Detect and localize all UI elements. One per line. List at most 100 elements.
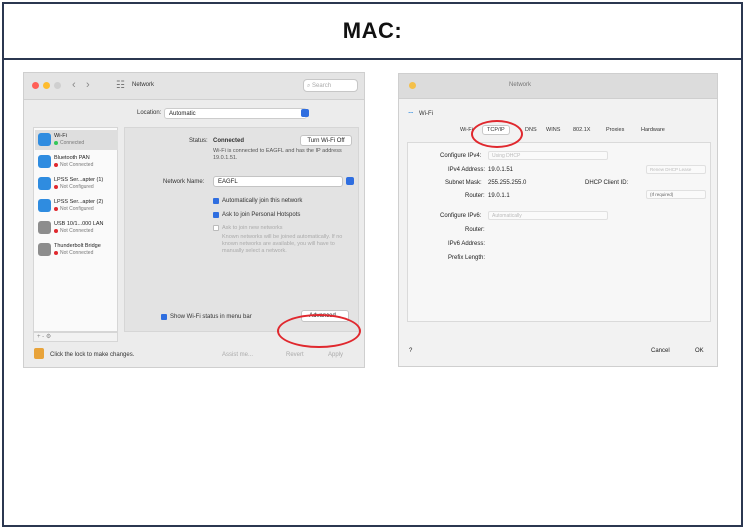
advanced-highlight-circle [277, 314, 361, 348]
tab-bar: Wi-Fi TCP/IP DNS WINS 802.1X Proxies Har… [399, 125, 717, 139]
dhcp-client-id-field[interactable]: (If required) [646, 190, 706, 199]
network-name-select[interactable]: EAGFL [213, 176, 343, 187]
hotspot-label: Ask to join Personal Hotspots [222, 212, 301, 218]
configure-ipv6-select[interactable]: Automatically [488, 211, 608, 220]
zoom-window-button[interactable] [54, 82, 61, 89]
service-item-wifi[interactable]: Wi-Fi Connected [35, 130, 118, 150]
tcp-ip-highlight-circle [471, 120, 523, 148]
status-dot-icon [54, 184, 58, 189]
service-name: LPSS Ser...apter (2) [54, 199, 104, 205]
ok-button[interactable]: OK [695, 348, 704, 354]
tab-hardware[interactable]: Hardware [641, 127, 665, 133]
service-name: Wi-Fi [54, 133, 67, 139]
service-item-thunderbolt-bridge[interactable]: Thunderbolt Bridge Not Connected [35, 240, 118, 260]
hotspot-checkbox[interactable] [213, 212, 219, 218]
subnet-mask-label: Subnet Mask: [445, 180, 482, 186]
location-value: Automatic [169, 111, 196, 117]
status-label: Status: [189, 138, 208, 144]
back-arrow-icon[interactable]: ‹ [72, 79, 76, 91]
configure-ipv4-label: Configure IPv4: [440, 153, 482, 159]
help-button[interactable]: ? [409, 348, 412, 354]
location-select[interactable]: Automatic [164, 108, 307, 119]
ipv6-address-label: IPv6 Address: [448, 241, 486, 247]
forward-arrow-icon[interactable]: › [86, 79, 90, 91]
dialog-title: Network [509, 82, 532, 88]
status-dot-icon [54, 162, 58, 167]
location-label: Location: [137, 110, 162, 116]
revert-button[interactable]: Revert [286, 352, 304, 358]
window-toolbar: ‹ › ☷ Network ⌕ Search [24, 73, 364, 100]
window-control-icon[interactable] [409, 82, 416, 89]
status-dot-icon [54, 140, 58, 145]
service-detail-panel: Status: Connected Turn Wi-Fi Off Wi-Fi i… [124, 127, 359, 332]
service-status: Not Connected [54, 228, 93, 234]
bluetooth-icon [38, 155, 51, 168]
status-detail-text: Wi-Fi is connected to EAGFL and has the … [213, 148, 342, 161]
service-status: Not Connected [54, 162, 93, 168]
router-label: Router: [465, 193, 485, 199]
thunderbolt-icon [38, 243, 51, 256]
show-all-grid-icon[interactable]: ☷ [116, 80, 125, 91]
location-dropdown-chevron-icon[interactable] [301, 109, 309, 117]
close-window-button[interactable] [32, 82, 39, 89]
show-wifi-status-checkbox[interactable] [161, 314, 167, 320]
tab-proxies[interactable]: Proxies [606, 127, 624, 133]
network-name-chevron-icon[interactable] [346, 177, 354, 185]
service-item-lpss-1[interactable]: LPSS Ser...apter (1) Not Configured [35, 174, 118, 194]
service-status: Not Configured [54, 184, 94, 190]
ask-new-networks-detail: Known networks will be joined automatica… [222, 234, 343, 254]
service-item-usb-lan[interactable]: USB 10/1...000 LAN Not Connected [35, 218, 118, 238]
subnet-mask-value: 255.255.255.0 [488, 180, 527, 186]
service-status: Connected [54, 140, 84, 146]
search-field[interactable]: ⌕ Search [303, 79, 358, 92]
status-dot-icon [54, 228, 58, 233]
wifi-icon: ⌔ [407, 110, 415, 119]
status-dot-icon [54, 250, 58, 255]
ipv4-address-value: 19.0.1.51 [488, 167, 514, 173]
title-band: MAC: [4, 4, 741, 60]
turn-wifi-off-button[interactable]: Turn Wi-Fi Off [300, 135, 352, 146]
phone-icon [38, 199, 51, 212]
tab-dns[interactable]: DNS [525, 127, 537, 133]
ask-new-networks-label: Ask to join new networks [222, 225, 283, 231]
dialog-titlebar: Network [399, 74, 717, 99]
lock-text: Click the lock to make changes. [50, 352, 135, 358]
show-wifi-status-label: Show Wi-Fi status in menu bar [170, 314, 252, 320]
service-item-bluetooth-pan[interactable]: Bluetooth PAN Not Connected [35, 152, 118, 172]
router-value: 19.0.1.1 [488, 193, 510, 199]
window-title: Network [132, 82, 155, 88]
tab-802-1x[interactable]: 802.1X [573, 127, 590, 133]
service-list-controls[interactable]: + - ⚙ [33, 332, 118, 342]
search-placeholder: Search [312, 83, 332, 89]
wifi-icon [38, 133, 51, 146]
assist-me-button[interactable]: Assist me... [222, 352, 253, 358]
auto-join-checkbox[interactable] [213, 198, 219, 204]
tab-wins[interactable]: WINS [546, 127, 560, 133]
page-title: MAC: [342, 18, 403, 43]
status-value: Connected [213, 138, 245, 144]
ipv4-address-label: IPv4 Address: [448, 167, 486, 173]
configure-ipv6-label: Configure IPv6: [440, 213, 482, 219]
cancel-button[interactable]: Cancel [651, 348, 670, 354]
renew-dhcp-button[interactable]: Renew DHCP Lease [646, 165, 706, 174]
lock-bar: Click the lock to make changes. Assist m… [24, 345, 364, 367]
auto-join-label: Automatically join this network [222, 198, 303, 204]
lock-icon[interactable] [34, 348, 44, 359]
service-name: USB 10/1...000 LAN [54, 221, 104, 227]
router-ipv6-label: Router: [465, 227, 485, 233]
configure-ipv4-select[interactable]: Using DHCP [488, 151, 608, 160]
phone-icon [38, 177, 51, 190]
minimize-window-button[interactable] [43, 82, 50, 89]
service-item-lpss-2[interactable]: LPSS Ser...apter (2) Not Configured [35, 196, 118, 216]
status-dot-icon [54, 206, 58, 211]
service-status: Not Connected [54, 250, 93, 256]
service-status: Not Configured [54, 206, 94, 212]
search-icon: ⌕ [307, 83, 311, 89]
ask-new-networks-checkbox[interactable] [213, 225, 219, 231]
network-name-label: Network Name: [163, 179, 205, 185]
prefix-length-label: Prefix Length: [448, 255, 486, 261]
service-label: Wi-Fi [419, 111, 433, 117]
apply-button[interactable]: Apply [328, 352, 343, 358]
advanced-network-dialog: Network ⌔ Wi-Fi Wi-Fi TCP/IP DNS WINS 80… [398, 73, 718, 367]
service-name: Thunderbolt Bridge [54, 243, 101, 249]
